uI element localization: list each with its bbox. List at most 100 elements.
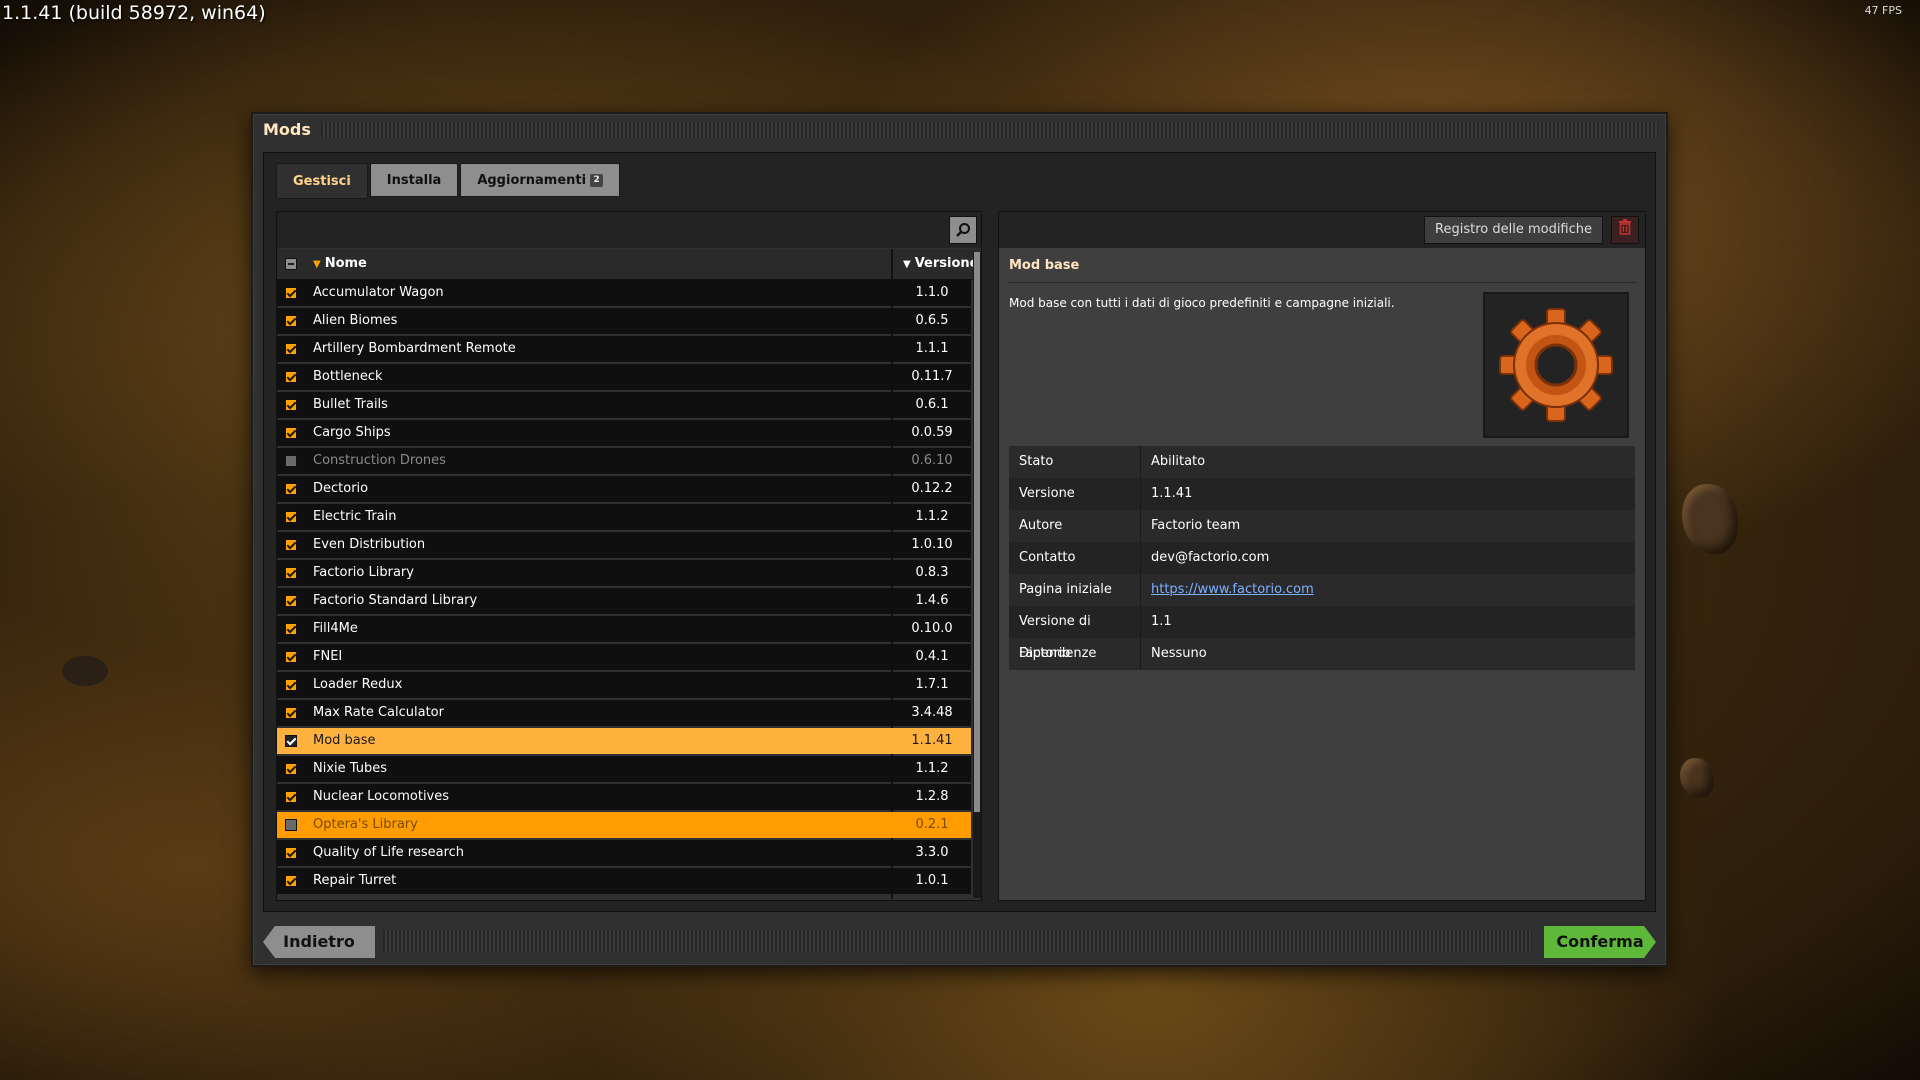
info-key: Versione [1009, 478, 1141, 510]
info-value: 1.1 [1151, 614, 1172, 629]
confirm-button[interactable]: Conferma [1544, 926, 1656, 958]
mod-enabled-checkbox[interactable] [285, 511, 297, 523]
mod-name: Max Rate Calculator [313, 705, 444, 720]
mod-row[interactable]: Artillery Bombardment Remote 1.1.1 [277, 336, 971, 364]
mod-enabled-checkbox[interactable] [285, 343, 297, 355]
mod-enabled-checkbox[interactable] [285, 623, 297, 635]
changelog-button[interactable]: Registro delle modifiche [1424, 216, 1603, 244]
mod-name: Accumulator Wagon [313, 285, 444, 300]
mod-enabled-checkbox[interactable] [285, 679, 297, 691]
mod-row[interactable]: Nuclear Locomotives 1.2.8 [277, 784, 971, 812]
mod-row[interactable]: Max Rate Calculator 3.4.48 [277, 700, 971, 728]
mod-enabled-checkbox[interactable] [285, 539, 297, 551]
rock-decoration [1680, 758, 1714, 798]
info-key: Autore [1009, 510, 1141, 542]
mod-row[interactable]: Cargo Ships 0.0.59 [277, 420, 971, 448]
mod-row[interactable]: Bullet Trails 0.6.1 [277, 392, 971, 420]
mod-version: 0.2.1 [915, 817, 949, 832]
tab-manage[interactable]: Gestisci [276, 163, 368, 199]
info-row: Pagina iniziale https://www.factorio.com [1009, 574, 1635, 606]
mod-name: Mod base [313, 733, 376, 748]
info-row: Versione di Factorio 1.1 [1009, 606, 1635, 661]
biter-creature [62, 656, 108, 686]
mod-row[interactable]: Quality of Life research 3.3.0 [277, 840, 971, 868]
magnifier-icon [956, 223, 970, 237]
mod-name: Alien Biomes [313, 313, 398, 328]
bottom-drag-handle [383, 930, 1532, 952]
mod-version: 3.3.0 [915, 845, 949, 860]
mod-row[interactable]: Dectorio 0.12.2 [277, 476, 971, 504]
search-button[interactable] [949, 216, 977, 244]
mod-enabled-checkbox[interactable] [285, 763, 297, 775]
list-scrollbar[interactable] [973, 252, 981, 898]
mod-enabled-checkbox[interactable] [285, 399, 297, 411]
select-all-checkbox[interactable] [285, 258, 297, 270]
delete-mod-button[interactable] [1611, 216, 1639, 244]
mod-enabled-checkbox[interactable] [285, 875, 297, 887]
info-key: Pagina iniziale [1009, 574, 1141, 606]
window-title: Mods [263, 120, 311, 139]
mod-enabled-checkbox[interactable] [285, 287, 297, 299]
mod-enabled-checkbox[interactable] [285, 567, 297, 579]
mod-row[interactable]: Electric Train 1.1.2 [277, 504, 971, 532]
mod-enabled-checkbox[interactable] [285, 455, 297, 467]
mod-row[interactable]: Mod base 1.1.41 [277, 728, 971, 756]
window-drag-handle[interactable] [321, 122, 1658, 138]
mod-version: 0.6.5 [915, 313, 949, 328]
mod-rows: Accumulator Wagon 1.1.0 Alien Biomes 0.6.5 A… [277, 280, 971, 896]
mod-row[interactable]: FNEI 0.4.1 [277, 644, 971, 672]
mods-window: Mods Gestisci Installa Aggiornamenti 2 ▼ N… [251, 112, 1668, 967]
mod-name: Nuclear Locomotives [313, 789, 450, 804]
mod-enabled-checkbox[interactable] [285, 819, 297, 831]
mod-enabled-checkbox[interactable] [285, 735, 297, 747]
mod-thumbnail [1483, 292, 1629, 438]
tab-install[interactable]: Installa [369, 163, 459, 197]
mod-row[interactable]: Optera's Library 0.2.1 [277, 812, 971, 840]
info-value: dev@factorio.com [1151, 550, 1270, 565]
homepage-link[interactable]: https://www.factorio.com [1141, 574, 1635, 606]
mod-enabled-checkbox[interactable] [285, 371, 297, 383]
mod-version: 1.1.41 [911, 733, 953, 748]
mod-enabled-checkbox[interactable] [285, 595, 297, 607]
mod-name: Factorio Standard Library [313, 593, 478, 608]
mod-enabled-checkbox[interactable] [285, 791, 297, 803]
sort-by-name[interactable]: ▼ Nome [313, 249, 367, 280]
mod-name: Nixie Tubes [313, 761, 388, 776]
mod-enabled-checkbox[interactable] [285, 651, 297, 663]
mod-row[interactable]: Loader Redux 1.7.1 [277, 672, 971, 700]
mod-row[interactable]: Bottleneck 0.11.7 [277, 364, 971, 392]
row-background [277, 728, 971, 754]
mod-enabled-checkbox[interactable] [285, 315, 297, 327]
mod-row[interactable]: Nixie Tubes 1.1.2 [277, 756, 971, 784]
rock-decoration [1682, 484, 1738, 554]
mod-row[interactable]: Fill4Me 0.10.0 [277, 616, 971, 644]
sort-by-version[interactable]: ▼ Versione [903, 249, 978, 280]
mod-enabled-checkbox[interactable] [285, 847, 297, 859]
mod-row[interactable]: Alien Biomes 0.6.5 [277, 308, 971, 336]
mod-row[interactable]: Factorio Standard Library 1.4.6 [277, 588, 971, 616]
mod-version: 1.1.0 [915, 285, 949, 300]
mod-version: 0.11.7 [911, 369, 953, 384]
mod-name: Bottleneck [313, 369, 383, 384]
info-key: Dipendenze [1009, 638, 1141, 670]
back-button[interactable]: Indietro [263, 926, 375, 958]
mod-version: 1.2.8 [915, 789, 949, 804]
mod-enabled-checkbox[interactable] [285, 483, 297, 495]
mod-row[interactable]: Factorio Library 0.8.3 [277, 560, 971, 588]
tab-updates[interactable]: Aggiornamenti 2 [460, 163, 621, 197]
mod-row[interactable]: Accumulator Wagon 1.1.0 [277, 280, 971, 308]
mod-enabled-checkbox[interactable] [285, 707, 297, 719]
mod-enabled-checkbox[interactable] [285, 427, 297, 439]
scroll-thumb[interactable] [974, 252, 980, 812]
mod-row[interactable]: Even Distribution 1.0.10 [277, 532, 971, 560]
mod-title: Mod base [1009, 258, 1080, 273]
tab-label: Gestisci [293, 173, 351, 189]
mod-row[interactable]: Repair Turret 1.0.1 [277, 868, 971, 896]
fps-counter: 47 FPS [1864, 4, 1902, 17]
mod-name: Dectorio [313, 481, 369, 496]
mod-description: Mod base con tutti i dati di gioco prede… [1009, 296, 1395, 310]
row-background [277, 644, 971, 670]
mod-row[interactable]: Construction Drones 0.6.10 [277, 448, 971, 476]
mod-version: 0.0.59 [911, 425, 953, 440]
build-version-text: 1.1.41 (build 58972, win64) [2, 2, 266, 24]
